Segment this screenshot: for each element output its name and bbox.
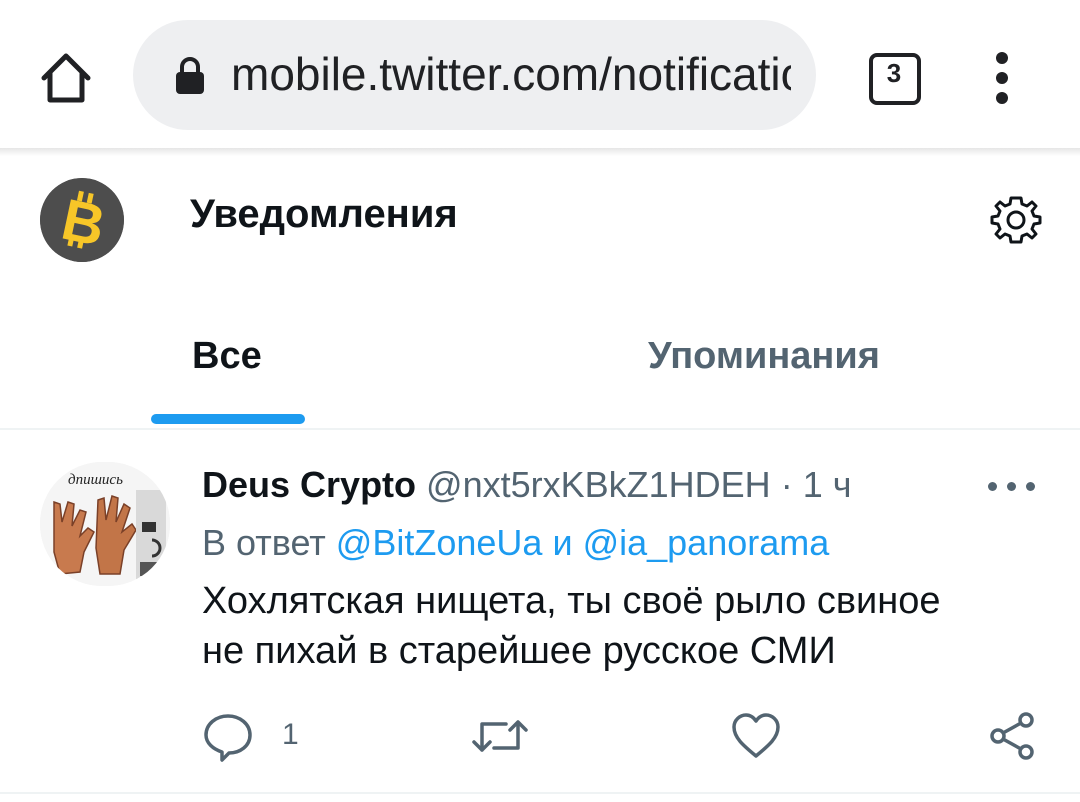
gear-icon [990,196,1042,244]
more-dot [1026,482,1035,491]
browser-menu-button[interactable] [988,50,1018,106]
author-handle[interactable]: @nxt5rxKBkZ1HDEH [426,464,771,505]
profile-avatar[interactable]: B [40,178,124,262]
reply-icon [204,714,252,762]
reply-conjunction: и [552,522,573,563]
divider [0,792,1080,794]
more-vert-icon [996,52,1008,64]
tweet-avatar[interactable]: дпишись [40,462,170,586]
hands-image: дпишись [40,462,170,586]
share-icon [990,712,1034,760]
reply-prefix: В ответ [202,522,326,563]
home-button[interactable] [36,48,96,108]
reply-context: В ответ @BitZoneUa и @ia_panorama [202,520,829,566]
like-icon [732,713,780,758]
bitcoin-icon: B [40,178,124,262]
tweet-text-line: не пихай в старейшее русское СМИ [202,630,836,672]
avatar-caption: дпишись [68,472,123,488]
menu-dot [996,92,1008,104]
tab-count: 3 [886,58,902,88]
toolbar-shadow [0,148,1080,156]
more-options-button[interactable] [988,480,1036,494]
tweet-text-line: Хохлятская нищета, ты своё рыло свиное [202,580,941,622]
tweet-time[interactable]: 1 ч [803,464,852,505]
tab-switcher-button[interactable]: 3 [866,50,922,105]
url-text: mobile.twitter.com/notificatio [231,48,791,100]
reply-button[interactable]: 1 [202,710,312,762]
settings-button[interactable] [990,194,1042,246]
tab-all[interactable]: Все [192,330,262,382]
address-bar[interactable]: mobile.twitter.com/notificatio [133,20,816,130]
author-name[interactable]: Deus Crypto [202,464,416,505]
mention-link[interactable]: @BitZoneUa [336,522,543,563]
separator: · [780,464,793,505]
mention-link[interactable]: @ia_panorama [583,522,830,563]
browser-toolbar: mobile.twitter.com/notificatio 3 [0,0,1080,150]
retweet-button[interactable] [470,710,530,762]
like-button[interactable] [730,710,782,762]
tweet-text: Хохлятская нищета, ты своё рыло свиное н… [202,576,1042,676]
retweet-icon [472,720,528,752]
reply-count: 1 [282,718,299,751]
share-button[interactable] [986,710,1038,762]
menu-dot [996,72,1008,84]
lock-icon [176,57,204,94]
tab-mentions[interactable]: Упоминания [648,330,880,382]
more-dot [1007,482,1016,491]
divider [0,428,1080,430]
home-icon [41,53,91,103]
more-horiz-icon [988,482,997,491]
active-tab-indicator [151,414,305,424]
page-title: Уведомления [190,192,458,236]
tweet-header: Deus Crypto @nxt5rxKBkZ1HDEH · 1 ч [202,462,851,508]
